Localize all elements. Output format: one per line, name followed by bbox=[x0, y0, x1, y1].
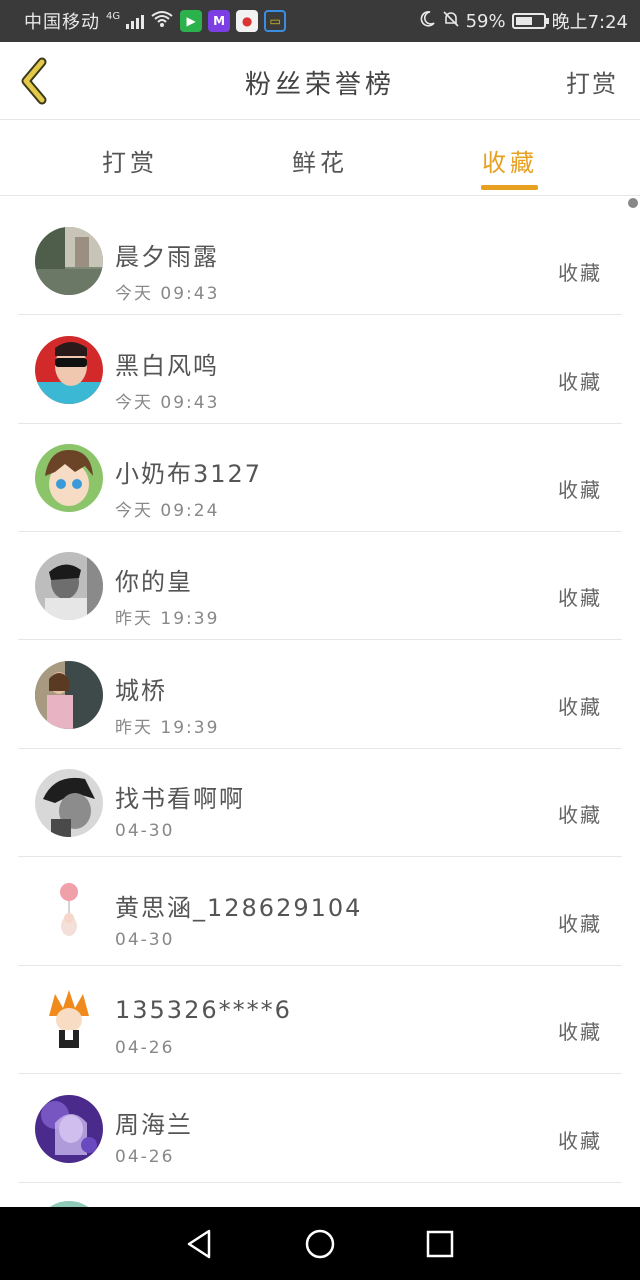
wifi-icon bbox=[150, 10, 174, 33]
list-item[interactable]: 周海兰 04-26 收藏 bbox=[18, 1075, 622, 1183]
list-item[interactable]: 找书看啊啊 04-30 收藏 bbox=[18, 749, 622, 857]
item-time: 04-26 bbox=[115, 1038, 175, 1058]
status-left: 中国移动 4G ▶ M ● ▭ bbox=[24, 8, 287, 34]
nav-home-button[interactable] bbox=[300, 1224, 340, 1264]
tab-reward[interactable]: 打赏 bbox=[70, 143, 190, 178]
battery-icon bbox=[511, 13, 549, 29]
nav-back-button[interactable] bbox=[180, 1224, 220, 1264]
bell-muted-icon bbox=[442, 10, 460, 33]
list-item[interactable]: 城桥 昨天 19:39 收藏 bbox=[18, 641, 622, 749]
avatar bbox=[35, 227, 103, 295]
m-app-icon: M bbox=[208, 10, 231, 32]
circle-home-icon bbox=[305, 1229, 335, 1258]
status-bar: 中国移动 4G ▶ M ● ▭ 59% 晚上7:24 bbox=[0, 0, 640, 42]
item-action-label: 收藏 bbox=[558, 912, 602, 936]
user-name: 晨夕雨露 bbox=[115, 243, 219, 271]
item-action-label: 收藏 bbox=[558, 586, 602, 610]
fan-list[interactable]: 晨夕雨露 今天 09:43 收藏 黑白风鸣 今天 09:43 收藏 小奶布312… bbox=[0, 197, 640, 1207]
avatar bbox=[35, 878, 103, 946]
avatar bbox=[35, 769, 103, 837]
user-name: 小奶布3127 bbox=[115, 460, 263, 488]
reward-button[interactable]: 打赏 bbox=[566, 64, 618, 99]
triangle-back-icon bbox=[187, 1229, 211, 1258]
item-time: 04-26 bbox=[115, 1147, 175, 1167]
avatar bbox=[35, 444, 103, 512]
avatar bbox=[35, 1095, 103, 1163]
active-tab-indicator bbox=[481, 185, 538, 190]
user-name: 135326****6 bbox=[115, 996, 292, 1024]
signal-icon bbox=[126, 13, 145, 29]
user-name: 黑白风鸣 bbox=[115, 352, 219, 380]
avatar bbox=[35, 336, 103, 404]
tab-favorites[interactable]: 收藏 bbox=[450, 143, 570, 178]
list-item[interactable]: 晨夕雨露 今天 09:43 收藏 bbox=[18, 207, 622, 315]
user-name: 黄思涵_128629104 bbox=[115, 894, 363, 922]
item-action-label: 收藏 bbox=[558, 695, 602, 719]
item-action-label: 收藏 bbox=[558, 1129, 602, 1153]
item-time: 今天 09:43 bbox=[115, 284, 220, 304]
user-name: 周海兰 bbox=[115, 1111, 193, 1139]
square-recents-icon bbox=[426, 1230, 454, 1257]
nav-recents-button[interactable] bbox=[420, 1224, 460, 1264]
list-item[interactable]: 你的皇 昨天 19:39 收藏 bbox=[18, 532, 622, 640]
network-type: 4G bbox=[106, 10, 121, 22]
item-time: 今天 09:24 bbox=[115, 501, 220, 521]
tab-flowers[interactable]: 鲜花 bbox=[260, 143, 380, 178]
user-name: 你的皇 bbox=[115, 568, 193, 596]
status-right: 59% 晚上7:24 bbox=[418, 8, 628, 34]
video-app-icon: ▶ bbox=[180, 10, 203, 32]
item-action-label: 收藏 bbox=[558, 261, 602, 285]
tab-bar: 打赏 鲜花 收藏 bbox=[0, 121, 640, 196]
list-item[interactable]: 小奶布3127 今天 09:24 收藏 bbox=[18, 424, 622, 532]
avatar bbox=[35, 552, 103, 620]
item-time: 昨天 19:39 bbox=[115, 718, 220, 738]
scroll-indicator bbox=[628, 198, 638, 208]
sync-app-icon: ▭ bbox=[264, 10, 287, 32]
battery-percent: 59% bbox=[465, 10, 506, 32]
user-name: 找书看啊啊 bbox=[115, 785, 245, 813]
item-time: 今天 09:43 bbox=[115, 393, 220, 413]
item-action-label: 收藏 bbox=[558, 478, 602, 502]
clock: 晚上7:24 bbox=[551, 12, 628, 33]
page-title: 粉丝荣誉榜 bbox=[244, 70, 395, 100]
system-nav-bar bbox=[0, 1207, 640, 1280]
moon-icon bbox=[418, 10, 436, 33]
item-action-label: 收藏 bbox=[558, 370, 602, 394]
list-item[interactable]: 135326****6 04-26 收藏 bbox=[18, 966, 622, 1074]
app-header: 粉丝荣誉榜 打赏 bbox=[0, 42, 640, 120]
avatar bbox=[35, 986, 103, 1054]
list-item[interactable]: 黄思涵_128629104 04-30 收藏 bbox=[18, 858, 622, 966]
item-time: 昨天 19:39 bbox=[115, 609, 220, 629]
carrier-label: 中国移动 bbox=[24, 12, 100, 33]
item-time: 04-30 bbox=[115, 821, 175, 841]
item-action-label: 收藏 bbox=[558, 1020, 602, 1044]
item-action-label: 收藏 bbox=[558, 803, 602, 827]
item-time: 04-30 bbox=[115, 930, 175, 950]
map-app-icon: ● bbox=[236, 10, 259, 32]
user-name: 城桥 bbox=[115, 677, 167, 705]
avatar bbox=[35, 661, 103, 729]
battery-fill bbox=[515, 17, 532, 25]
list-item[interactable]: 黑白风鸣 今天 09:43 收藏 bbox=[18, 316, 622, 424]
